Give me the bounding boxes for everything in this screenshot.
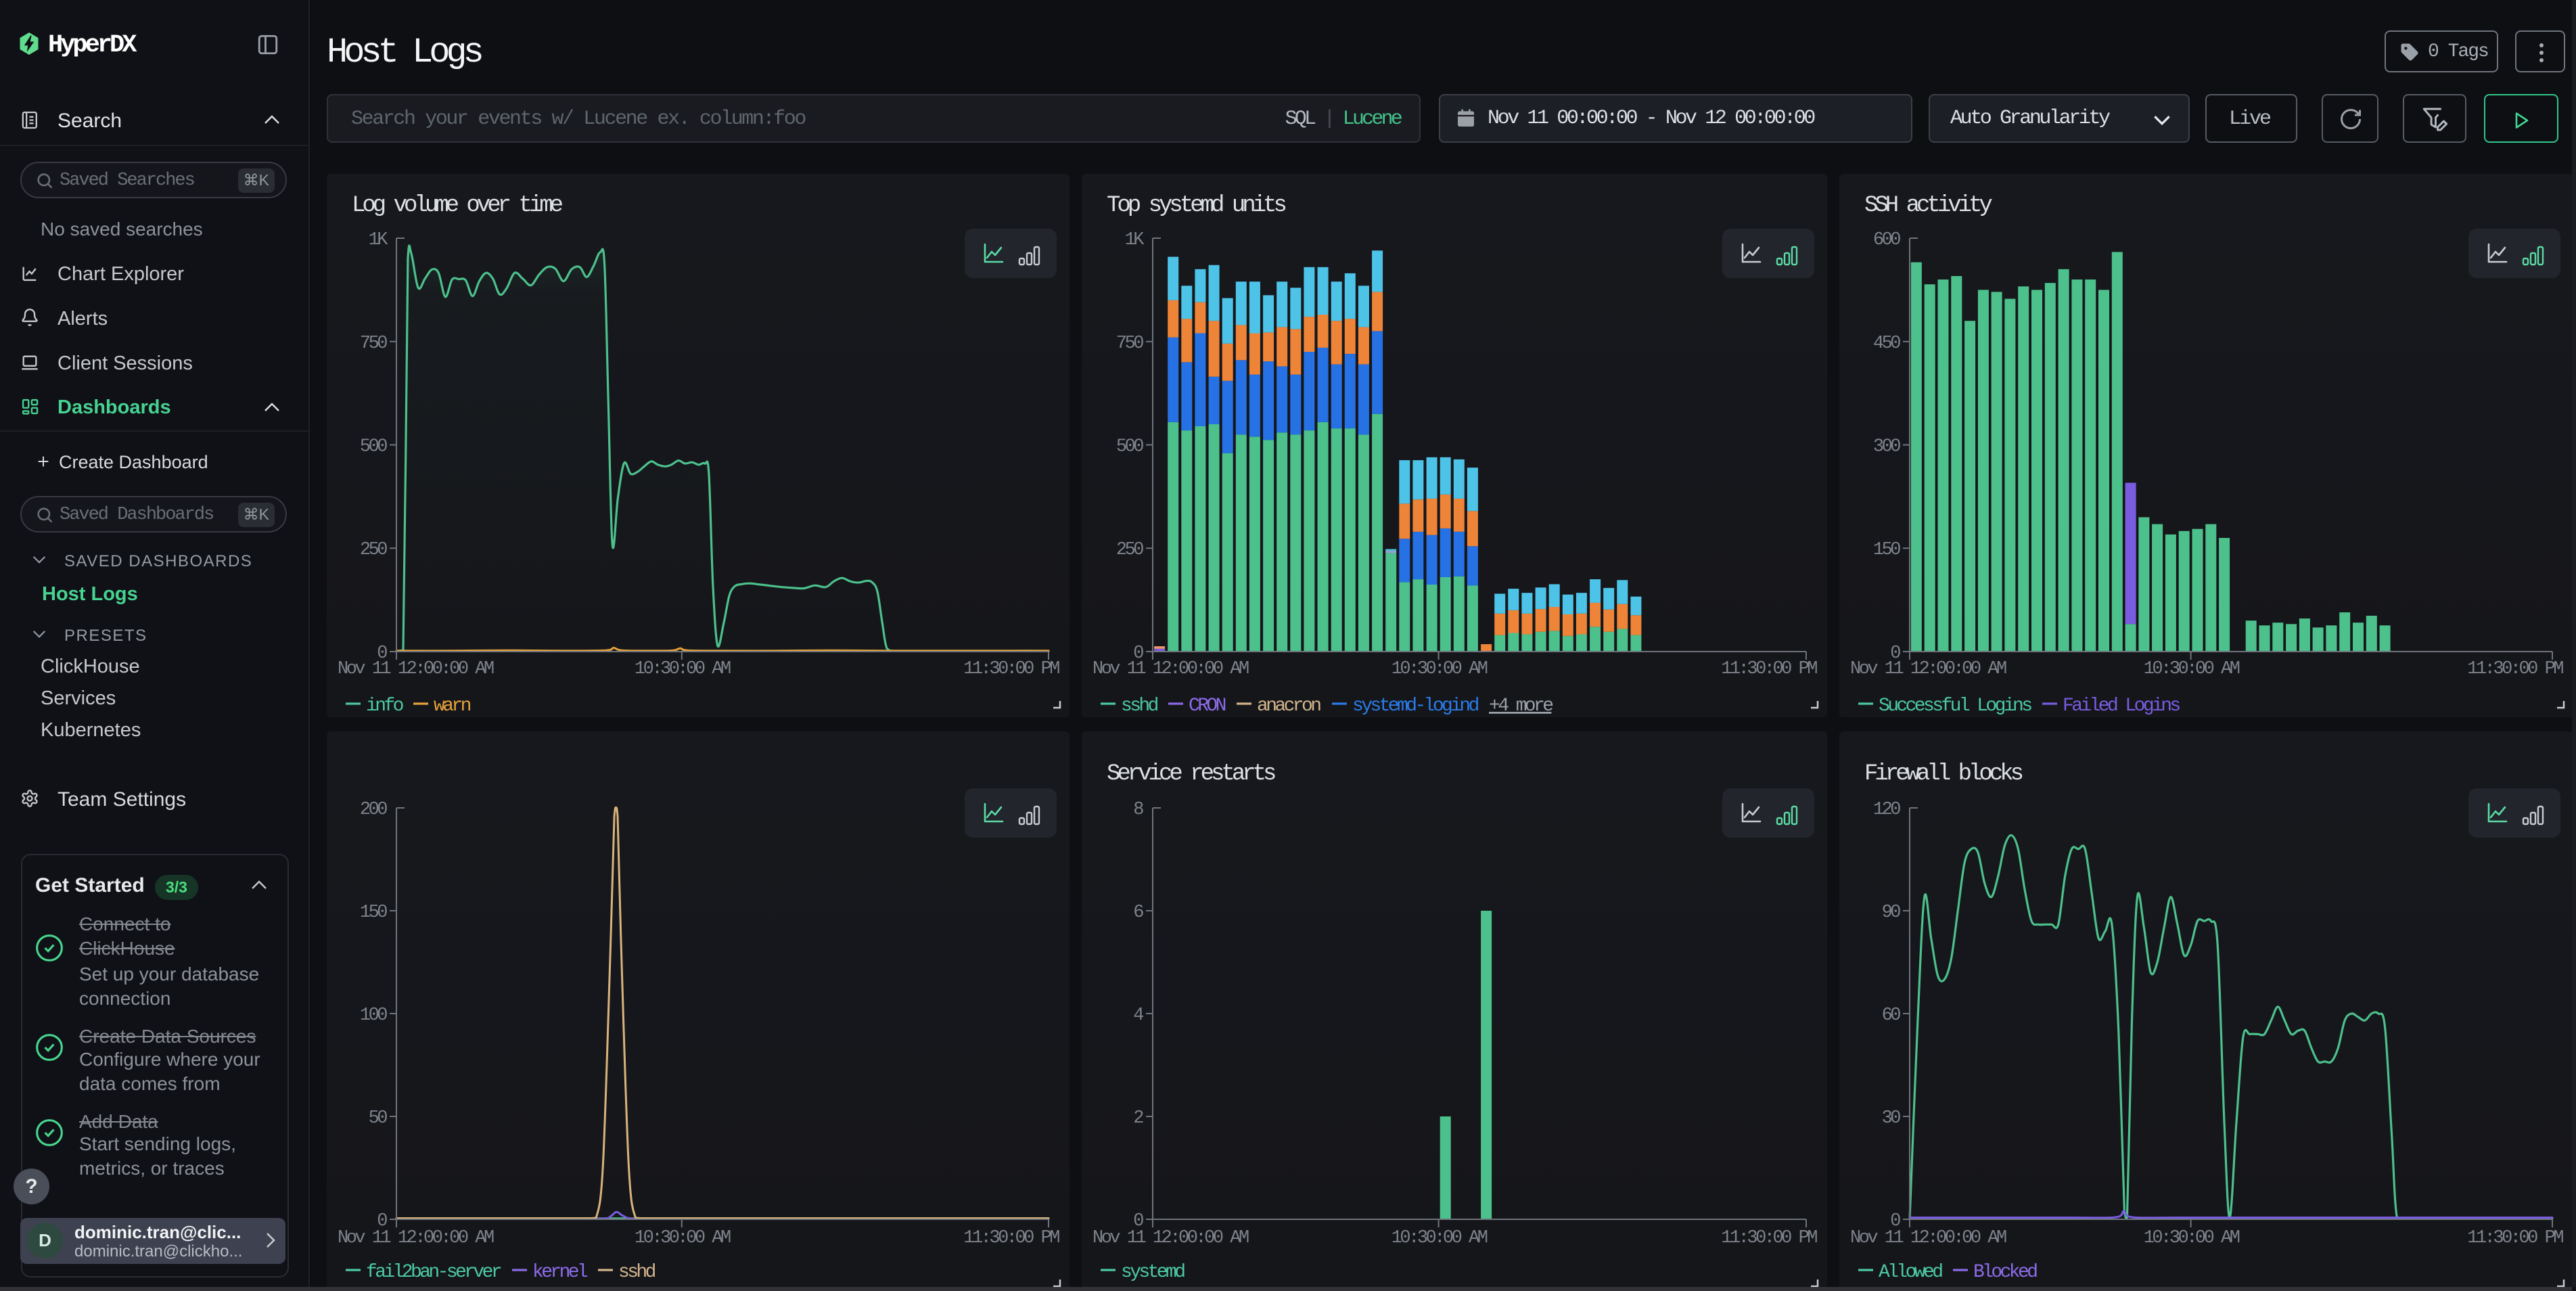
svg-text:Allowed: Allowed (1879, 1262, 1942, 1283)
svg-text:sshd: sshd (618, 1262, 656, 1283)
svg-text:warn: warn (434, 696, 471, 717)
svg-text:10:30:00 AM: 10:30:00 AM (2144, 1228, 2240, 1248)
svg-text:11:30:00 PM: 11:30:00 PM (2467, 659, 2563, 679)
svg-text:Successful Logins: Successful Logins (1879, 696, 2031, 717)
svg-text:Log volume over time: Log volume over time (352, 193, 563, 219)
svg-text:10:30:00 AM: 10:30:00 AM (1392, 1228, 1488, 1248)
svg-text:Failed Logins: Failed Logins (2063, 696, 2180, 717)
svg-text:150: 150 (1873, 540, 1900, 560)
svg-text:SSH activity: SSH activity (1864, 193, 1992, 219)
svg-text:750: 750 (1116, 334, 1143, 354)
svg-text:Nov 11 12:00:00 AM: Nov 11 12:00:00 AM (338, 1228, 494, 1248)
svg-text:11:30:00 PM: 11:30:00 PM (1721, 659, 1817, 679)
svg-text:1K: 1K (1125, 230, 1145, 250)
svg-text:anacron: anacron (1257, 696, 1320, 717)
svg-text:Nov 11 12:00:00 AM: Nov 11 12:00:00 AM (1092, 1228, 1249, 1248)
svg-text:+4 more: +4 more (1489, 696, 1552, 717)
svg-text:250: 250 (360, 540, 387, 560)
svg-text:10:30:00 AM: 10:30:00 AM (635, 1228, 731, 1248)
svg-text:Nov 11 12:00:00 AM: Nov 11 12:00:00 AM (338, 659, 494, 679)
svg-text:500: 500 (1116, 437, 1143, 457)
svg-text:sshd: sshd (1121, 696, 1158, 717)
svg-text:Nov 11 12:00:00 AM: Nov 11 12:00:00 AM (1092, 659, 1249, 679)
svg-text:11:30:00 PM: 11:30:00 PM (2467, 1228, 2563, 1248)
svg-text:30: 30 (1882, 1108, 1901, 1129)
svg-text:systemd-logind: systemd-logind (1352, 696, 1479, 717)
svg-text:100: 100 (360, 1005, 387, 1026)
svg-text:CRON: CRON (1189, 696, 1226, 717)
svg-text:Top systemd units: Top systemd units (1107, 193, 1285, 219)
svg-text:750: 750 (360, 334, 387, 354)
svg-text:200: 200 (360, 800, 387, 820)
svg-text:450: 450 (1873, 334, 1900, 354)
svg-text:Firewall blocks: Firewall blocks (1864, 761, 2023, 787)
svg-text:systemd: systemd (1121, 1262, 1184, 1283)
svg-text:120: 120 (1873, 800, 1900, 820)
svg-text:11:30:00 PM: 11:30:00 PM (963, 1228, 1059, 1248)
svg-text:11:30:00 PM: 11:30:00 PM (963, 659, 1059, 679)
svg-text:11:30:00 PM: 11:30:00 PM (1721, 1228, 1817, 1248)
svg-text:250: 250 (1116, 540, 1143, 560)
svg-text:600: 600 (1873, 230, 1900, 250)
svg-text:Service restarts: Service restarts (1107, 761, 1275, 787)
svg-text:info: info (366, 696, 403, 717)
svg-text:10:30:00 AM: 10:30:00 AM (2144, 659, 2240, 679)
svg-text:1K: 1K (369, 230, 389, 250)
svg-text:10:30:00 AM: 10:30:00 AM (1392, 659, 1488, 679)
svg-text:90: 90 (1882, 903, 1901, 923)
svg-text:Nov 11 12:00:00 AM: Nov 11 12:00:00 AM (1850, 1228, 2006, 1248)
svg-text:50: 50 (369, 1108, 388, 1129)
svg-text:Nov 11 12:00:00 AM: Nov 11 12:00:00 AM (1850, 659, 2006, 679)
svg-text:kernel: kernel (532, 1262, 588, 1283)
svg-text:fail2ban-server: fail2ban-server (366, 1262, 501, 1283)
svg-text:60: 60 (1882, 1005, 1901, 1026)
svg-text:Blocked: Blocked (1973, 1262, 2037, 1283)
svg-text:10:30:00 AM: 10:30:00 AM (635, 659, 731, 679)
svg-text:150: 150 (360, 903, 387, 923)
svg-text:500: 500 (360, 437, 387, 457)
svg-text:300: 300 (1873, 437, 1900, 457)
